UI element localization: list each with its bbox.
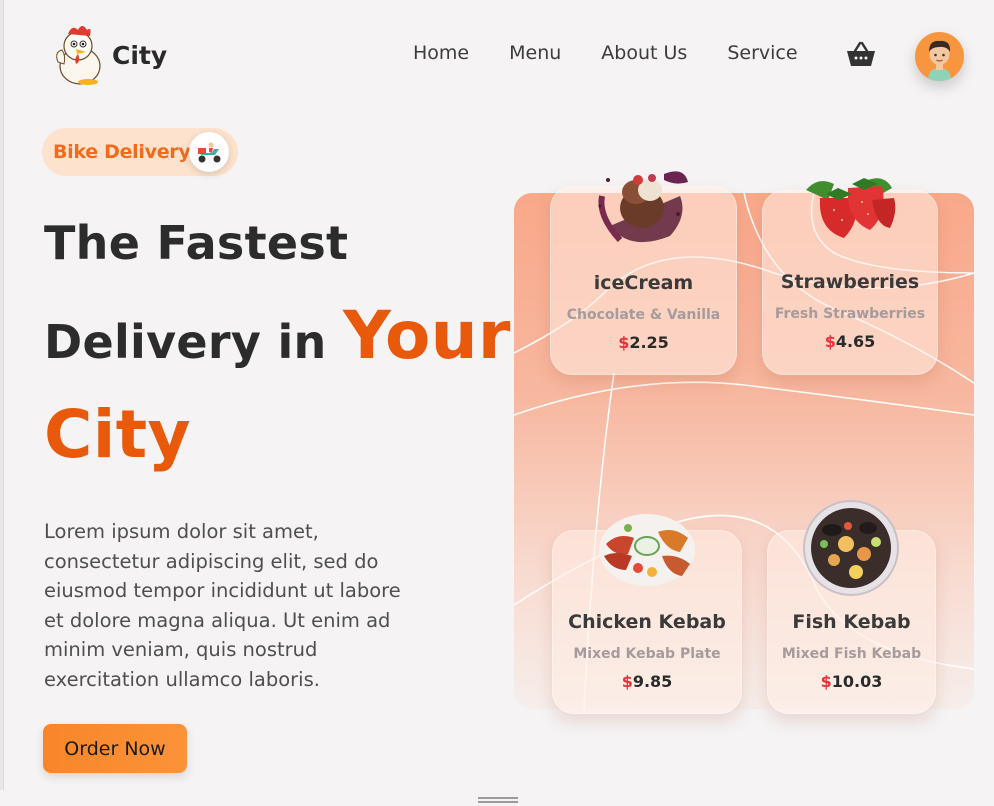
window-edge <box>0 0 4 790</box>
scroll-handle[interactable] <box>478 797 518 803</box>
rooster-logo-icon <box>56 26 101 85</box>
cart-button[interactable] <box>845 41 877 69</box>
brand-name: City <box>112 40 168 70</box>
card-subtitle: Chocolate & Vanilla <box>566 307 721 323</box>
nav-about-us[interactable]: About Us <box>601 42 687 64</box>
hero-title-line3: City <box>44 396 191 473</box>
brand-logo[interactable]: City <box>50 22 167 88</box>
nav-home[interactable]: Home <box>413 42 469 64</box>
delivery-scooter-icon <box>198 142 221 163</box>
order-now-button[interactable]: Order Now <box>43 724 187 773</box>
card-subtitle: Mixed Fish Kebab <box>781 646 922 662</box>
card-title: Strawberries <box>780 271 920 293</box>
user-avatar-icon <box>928 40 951 81</box>
nav-service[interactable]: Service <box>727 42 797 64</box>
card-title: Fish Kebab <box>792 611 911 633</box>
icecream-image <box>598 171 688 243</box>
shopping-basket-icon <box>847 41 875 66</box>
chicken-kebab-image <box>599 514 695 586</box>
hero-title-line2-prefix: Delivery in <box>44 315 327 369</box>
badge-icon-holder <box>189 132 229 172</box>
hero-title-accent: Your <box>342 297 511 374</box>
card-price: $4.65 <box>824 332 876 351</box>
hero-description: Lorem ipsum dolor sit amet, consectetur … <box>44 520 401 691</box>
main-nav: Home Menu About Us Service <box>413 42 838 64</box>
card-price: $9.85 <box>621 672 673 691</box>
card-title: Chicken Kebab <box>568 611 726 633</box>
card-price: $2.25 <box>618 333 669 352</box>
card-price: $10.03 <box>820 672 883 691</box>
nav-menu[interactable]: Menu <box>509 42 561 64</box>
hero-title-line2: Delivery in Your <box>44 297 511 374</box>
card-title: iceCream <box>593 272 694 294</box>
hero-title-line1: The Fastest <box>44 216 349 270</box>
bike-delivery-badge: Bike Delivery <box>42 128 238 176</box>
fish-kebab-image <box>803 500 899 596</box>
badge-label: Bike Delivery <box>53 141 191 163</box>
user-avatar[interactable] <box>915 32 964 81</box>
card-subtitle: Mixed Kebab Plate <box>573 646 721 662</box>
strawberries-image <box>806 178 896 238</box>
card-subtitle: Fresh Strawberries <box>774 306 926 322</box>
